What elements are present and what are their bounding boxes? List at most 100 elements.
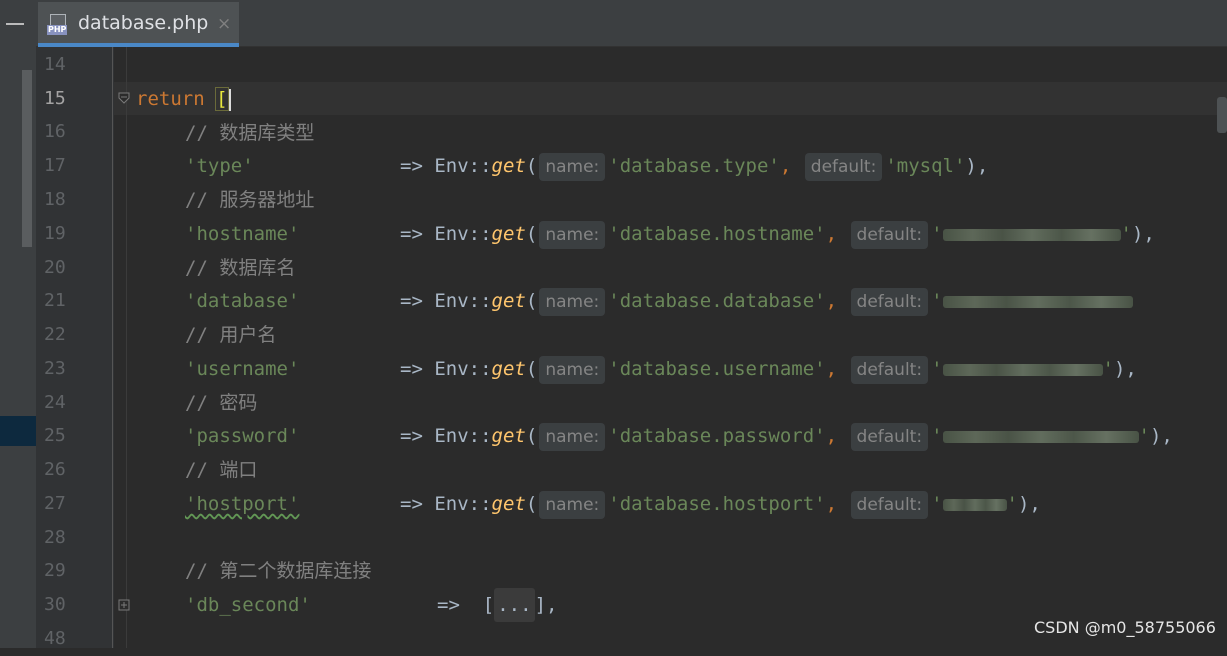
fold-open-icon[interactable] bbox=[118, 92, 130, 104]
line-number: 14 bbox=[44, 54, 66, 75]
comment: // 端口 bbox=[185, 459, 258, 481]
comment: // 用户名 bbox=[185, 324, 277, 346]
param-hint: name: bbox=[539, 423, 606, 451]
function-name: get bbox=[491, 358, 526, 380]
code-line-26[interactable]: // 端口 bbox=[185, 453, 257, 487]
editor-tab-bar: PHP database.php × bbox=[36, 0, 1227, 47]
line-number-current: 15 bbox=[44, 88, 66, 109]
folded-region[interactable]: ... bbox=[494, 588, 535, 622]
tab-title: database.php bbox=[78, 12, 209, 34]
code-line-23-value[interactable]: => Env::get(name:'database.username', de… bbox=[400, 352, 1137, 386]
code-line-30-value[interactable]: => [...], bbox=[437, 588, 557, 622]
param-hint: default: bbox=[804, 153, 883, 181]
line-number: 30 bbox=[44, 594, 66, 615]
code-line-19-value[interactable]: => Env::get(name:'database.hostname', de… bbox=[400, 217, 1155, 251]
line-number: 21 bbox=[44, 290, 66, 311]
redacted-value bbox=[942, 363, 1103, 376]
line-number: 18 bbox=[44, 189, 66, 210]
collapse-icon[interactable] bbox=[6, 23, 24, 25]
line-number: 22 bbox=[44, 324, 66, 345]
code-line-21[interactable]: 'database' bbox=[185, 284, 299, 318]
tab-database-php[interactable]: PHP database.php × bbox=[38, 2, 239, 47]
code-line-25[interactable]: 'password' bbox=[185, 419, 299, 453]
text-caret bbox=[228, 88, 231, 111]
close-tab-icon[interactable]: × bbox=[217, 14, 231, 34]
string-arg: 'mysql' bbox=[885, 155, 966, 177]
code-line-17-value[interactable]: => Env::get(name:'database.type', defaul… bbox=[400, 149, 988, 183]
code-line-30[interactable]: 'db_second' bbox=[185, 588, 311, 622]
string-arg: 'database.type' bbox=[608, 155, 780, 177]
param-hint: name: bbox=[539, 356, 606, 384]
param-hint: default: bbox=[850, 356, 929, 384]
matched-bracket: [ bbox=[215, 87, 229, 111]
line-number: 24 bbox=[44, 392, 66, 413]
code-line-21-value[interactable]: => Env::get(name:'database.database', de… bbox=[400, 284, 1133, 318]
fold-collapsed-icon[interactable] bbox=[118, 599, 130, 611]
code-line-19[interactable]: 'hostname' bbox=[185, 217, 299, 251]
redacted-value bbox=[942, 295, 1133, 308]
line-number: 48 bbox=[44, 628, 66, 649]
param-hint: default: bbox=[850, 423, 929, 451]
param-hint: default: bbox=[850, 288, 929, 316]
code-line-29[interactable]: // 第二个数据库连接 bbox=[185, 554, 371, 588]
watermark: CSDN @m0_58755066 bbox=[1034, 618, 1216, 637]
line-number: 28 bbox=[44, 527, 66, 548]
redacted-value bbox=[942, 498, 1007, 511]
indent-guide bbox=[126, 47, 127, 648]
code-line-27-value[interactable]: => Env::get(name:'database.hostport', de… bbox=[400, 487, 1041, 521]
editor-scrollbar-thumb[interactable] bbox=[1217, 97, 1227, 133]
comment: // 数据库名 bbox=[185, 257, 296, 279]
code-line-22[interactable]: // 用户名 bbox=[185, 318, 276, 352]
line-number: 19 bbox=[44, 223, 66, 244]
param-hint: default: bbox=[850, 491, 929, 519]
array-key: 'hostname' bbox=[185, 223, 300, 245]
code-line-15[interactable]: return [ bbox=[136, 82, 231, 116]
param-hint: default: bbox=[850, 221, 929, 249]
function-name: get bbox=[491, 493, 526, 515]
string-arg: 'database.username' bbox=[608, 358, 826, 380]
comment: // 数据库类型 bbox=[185, 122, 315, 144]
line-number: 16 bbox=[44, 121, 66, 142]
project-scrollbar-thumb[interactable] bbox=[22, 70, 32, 247]
code-line-16[interactable]: // 数据库类型 bbox=[185, 116, 314, 150]
string-arg: 'database.database' bbox=[608, 290, 826, 312]
param-hint: name: bbox=[539, 221, 606, 249]
current-line-highlight bbox=[114, 82, 1227, 115]
string-arg: 'database.hostport' bbox=[608, 493, 826, 515]
line-number: 29 bbox=[44, 560, 66, 581]
string-arg: 'database.hostname' bbox=[608, 223, 826, 245]
code-line-25-value[interactable]: => Env::get(name:'database.password', de… bbox=[400, 419, 1173, 453]
array-key: 'hostport' bbox=[185, 493, 300, 515]
array-key: 'db_second' bbox=[185, 594, 311, 616]
redacted-value bbox=[942, 430, 1139, 443]
line-number-gutter: 14 15 16 17 18 19 20 21 22 23 24 25 26 2… bbox=[36, 47, 114, 649]
code-line-20[interactable]: // 数据库名 bbox=[185, 251, 295, 285]
array-key: 'type' bbox=[185, 155, 254, 177]
comment: // 第二个数据库连接 bbox=[185, 560, 372, 582]
function-name: get bbox=[491, 425, 526, 447]
code-line-18[interactable]: // 服务器地址 bbox=[185, 183, 314, 217]
line-number: 17 bbox=[44, 155, 66, 176]
line-number: 20 bbox=[44, 257, 66, 278]
code-line-24[interactable]: // 密码 bbox=[185, 386, 257, 420]
array-key: 'database' bbox=[185, 290, 300, 312]
line-number: 25 bbox=[44, 425, 66, 446]
php-file-icon: PHP bbox=[47, 14, 70, 36]
string-arg: 'database.password' bbox=[608, 425, 826, 447]
code-line-17[interactable]: 'type' bbox=[185, 149, 254, 183]
param-hint: name: bbox=[539, 153, 606, 181]
tool-window-strip bbox=[0, 0, 37, 648]
function-name: get bbox=[491, 290, 526, 312]
line-number: 23 bbox=[44, 358, 66, 379]
function-name: get bbox=[491, 155, 526, 177]
gutter-separator bbox=[112, 47, 113, 648]
code-line-27[interactable]: 'hostport' bbox=[185, 487, 299, 521]
comment: // 密码 bbox=[185, 392, 258, 414]
comment: // 服务器地址 bbox=[185, 189, 315, 211]
array-key: 'username' bbox=[185, 358, 300, 380]
code-line-23[interactable]: 'username' bbox=[185, 352, 299, 386]
line-number: 26 bbox=[44, 459, 66, 480]
redacted-value bbox=[942, 228, 1121, 241]
selected-project-row[interactable] bbox=[0, 416, 36, 446]
line-number: 27 bbox=[44, 493, 66, 514]
